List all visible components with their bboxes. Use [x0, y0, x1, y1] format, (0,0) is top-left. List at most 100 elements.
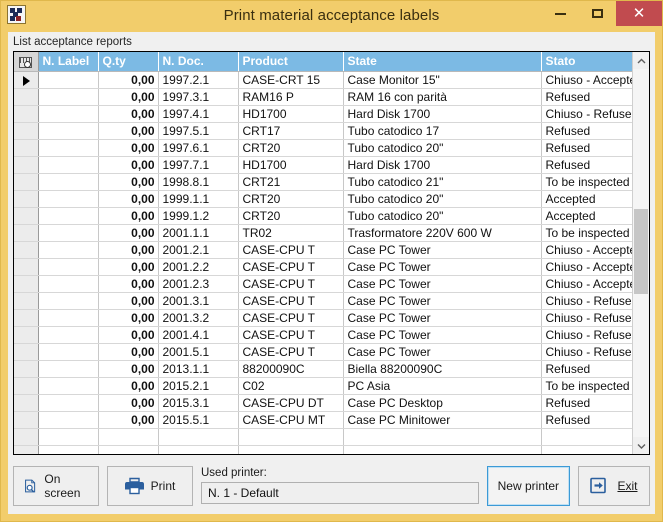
cell-state[interactable]: Case PC Tower: [343, 258, 542, 276]
cell-n-doc[interactable]: 2015.3.1: [158, 394, 239, 412]
cell-product[interactable]: CRT17: [238, 122, 344, 140]
cell-n-label[interactable]: [38, 241, 99, 259]
cell-product[interactable]: RAM16 P: [238, 88, 344, 106]
cell-state[interactable]: Case PC Minitower: [343, 411, 542, 429]
table-row[interactable]: 0,00 2001.5.1 CASE-CPU T Case PC Tower Chius…: [14, 343, 632, 361]
cell-qty[interactable]: 0,00: [98, 343, 159, 361]
cell-n-doc[interactable]: 1998.8.1: [158, 173, 239, 191]
table-row[interactable]: 0,00 1999.1.2 CRT20 Tubo catodico 20" Accept…: [14, 207, 632, 225]
cell-state[interactable]: Case PC Tower: [343, 275, 542, 293]
cell-qty[interactable]: 0,00: [98, 360, 159, 378]
table-row[interactable]: 0,00 2001.4.1 CASE-CPU T Case PC Tower Chius…: [14, 326, 632, 344]
table-row[interactable]: 0,00 2001.1.1 TR02 Trasformatore 220V 600 W…: [14, 224, 632, 242]
cell-product[interactable]: HD1700: [238, 156, 344, 174]
cell-state[interactable]: PC Asia: [343, 377, 542, 395]
column-header-qty[interactable]: Q.ty: [98, 52, 159, 72]
column-header-n-doc[interactable]: N. Doc.: [158, 52, 239, 72]
cell-state[interactable]: Tubo catodico 20": [343, 139, 542, 157]
cell-state[interactable]: Trasformatore 220V 600 W: [343, 224, 542, 242]
printer-value-field[interactable]: N. 1 - Default: [201, 482, 479, 504]
exit-button[interactable]: Exit: [578, 465, 650, 506]
cell-product[interactable]: CASE-CPU T: [238, 343, 344, 361]
cell-state[interactable]: Case PC Tower: [343, 309, 542, 327]
cell-n-doc[interactable]: 1997.5.1: [158, 122, 239, 140]
cell-product[interactable]: CRT21: [238, 173, 344, 191]
cell-n-label[interactable]: [38, 156, 99, 174]
cell-stato[interactable]: Accepted: [541, 207, 632, 225]
cell-qty[interactable]: 0,00: [98, 377, 159, 395]
cell-n-label[interactable]: [38, 71, 99, 89]
cell-stato[interactable]: Chiuso - Refused: [541, 343, 632, 361]
cell-n-label[interactable]: [38, 343, 99, 361]
cell-qty[interactable]: 0,00: [98, 258, 159, 276]
row-selector-cell[interactable]: [14, 343, 39, 361]
cell-n-doc[interactable]: 1997.3.1: [158, 88, 239, 106]
cell-n-doc[interactable]: 1997.7.1: [158, 156, 239, 174]
cell-n-label[interactable]: [38, 190, 99, 208]
cell-stato[interactable]: Refused: [541, 360, 632, 378]
cell-state[interactable]: Case PC Tower: [343, 292, 542, 310]
row-selector-cell[interactable]: [14, 207, 39, 225]
new-printer-button[interactable]: New printer: [486, 465, 570, 506]
cell-n-label[interactable]: [38, 377, 99, 395]
cell-product[interactable]: CASE-CPU T: [238, 292, 344, 310]
cell-stato[interactable]: Refused: [541, 156, 632, 174]
cell-stato[interactable]: Chiuso - Refused: [541, 292, 632, 310]
cell-n-doc[interactable]: 2013.1.1: [158, 360, 239, 378]
cell-n-doc[interactable]: 2015.5.1: [158, 411, 239, 429]
cell-stato[interactable]: Chiuso - Accepted: [541, 258, 632, 276]
cell-n-label[interactable]: [38, 258, 99, 276]
cell-n-label[interactable]: [38, 105, 99, 123]
cell-stato[interactable]: Chiuso - Accepted: [541, 275, 632, 293]
cell-n-label[interactable]: [38, 292, 99, 310]
table-row[interactable]: 0,00 2001.3.1 CASE-CPU T Case PC Tower Chius…: [14, 292, 632, 310]
cell-qty[interactable]: 0,00: [98, 292, 159, 310]
cell-product[interactable]: CASE-CRT 15: [238, 71, 344, 89]
cell-n-label[interactable]: [38, 411, 99, 429]
cell-qty[interactable]: 0,00: [98, 88, 159, 106]
cell-qty[interactable]: 0,00: [98, 156, 159, 174]
cell-qty[interactable]: 0,00: [98, 309, 159, 327]
row-selector-cell[interactable]: [14, 88, 39, 106]
row-selector-cell[interactable]: [14, 156, 39, 174]
column-header-stato[interactable]: Stato: [541, 52, 632, 72]
table-row[interactable]: 0,00 1997.2.1 CASE-CRT 15 Case Monitor 15" C…: [14, 71, 632, 89]
cell-state[interactable]: Hard Disk 1700: [343, 156, 542, 174]
cell-state[interactable]: Case Monitor 15": [343, 71, 542, 89]
scroll-up-button[interactable]: [633, 52, 649, 69]
cell-qty[interactable]: 0,00: [98, 190, 159, 208]
cell-stato[interactable]: To be inspected: [541, 224, 632, 242]
table-row[interactable]: 0,00 1997.7.1 HD1700 Hard Disk 1700 Refused: [14, 156, 632, 174]
scroll-down-button[interactable]: [633, 437, 649, 454]
cell-n-doc[interactable]: 2001.1.1: [158, 224, 239, 242]
table-row[interactable]: 0,00 2015.5.1 CASE-CPU MT Case PC Minitower…: [14, 411, 632, 429]
cell-product[interactable]: CASE-CPU T: [238, 241, 344, 259]
on-screen-button[interactable]: On screen: [13, 465, 99, 506]
cell-product[interactable]: CRT20: [238, 139, 344, 157]
cell-state[interactable]: RAM 16 con parità: [343, 88, 542, 106]
cell-product[interactable]: CASE-CPU MT: [238, 411, 344, 429]
cell-n-doc[interactable]: 2015.2.1: [158, 377, 239, 395]
cell-product[interactable]: CASE-CPU T: [238, 275, 344, 293]
cell-n-label[interactable]: [38, 309, 99, 327]
grid-select-all-header[interactable]: [14, 52, 39, 72]
window-titlebar[interactable]: Print material acceptance labels ✕: [1, 1, 662, 32]
cell-stato[interactable]: To be inspected: [541, 173, 632, 191]
cell-product[interactable]: CASE-CPU T: [238, 309, 344, 327]
table-row[interactable]: 0,00 2001.2.1 CASE-CPU T Case PC Tower Chius…: [14, 241, 632, 259]
cell-n-label[interactable]: [38, 224, 99, 242]
cell-product[interactable]: C02: [238, 377, 344, 395]
cell-state[interactable]: Tubo catodico 21": [343, 173, 542, 191]
row-selector-cell[interactable]: [14, 71, 39, 89]
row-selector-cell[interactable]: [14, 105, 39, 123]
close-button[interactable]: ✕: [616, 1, 662, 26]
table-row[interactable]: 0,00 1999.1.1 CRT20 Tubo catodico 20" Accept…: [14, 190, 632, 208]
cell-state[interactable]: Tubo catodico 20": [343, 190, 542, 208]
scroll-thumb[interactable]: [634, 209, 648, 294]
acceptance-reports-grid[interactable]: N. Label Q.ty N. Doc. Product State Stat…: [13, 51, 650, 455]
row-selector-cell[interactable]: [14, 309, 39, 327]
cell-qty[interactable]: 0,00: [98, 275, 159, 293]
table-row[interactable]: 0,00 1998.8.1 CRT21 Tubo catodico 21" To be …: [14, 173, 632, 191]
cell-qty[interactable]: 0,00: [98, 71, 159, 89]
cell-state[interactable]: Tubo catodico 17: [343, 122, 542, 140]
